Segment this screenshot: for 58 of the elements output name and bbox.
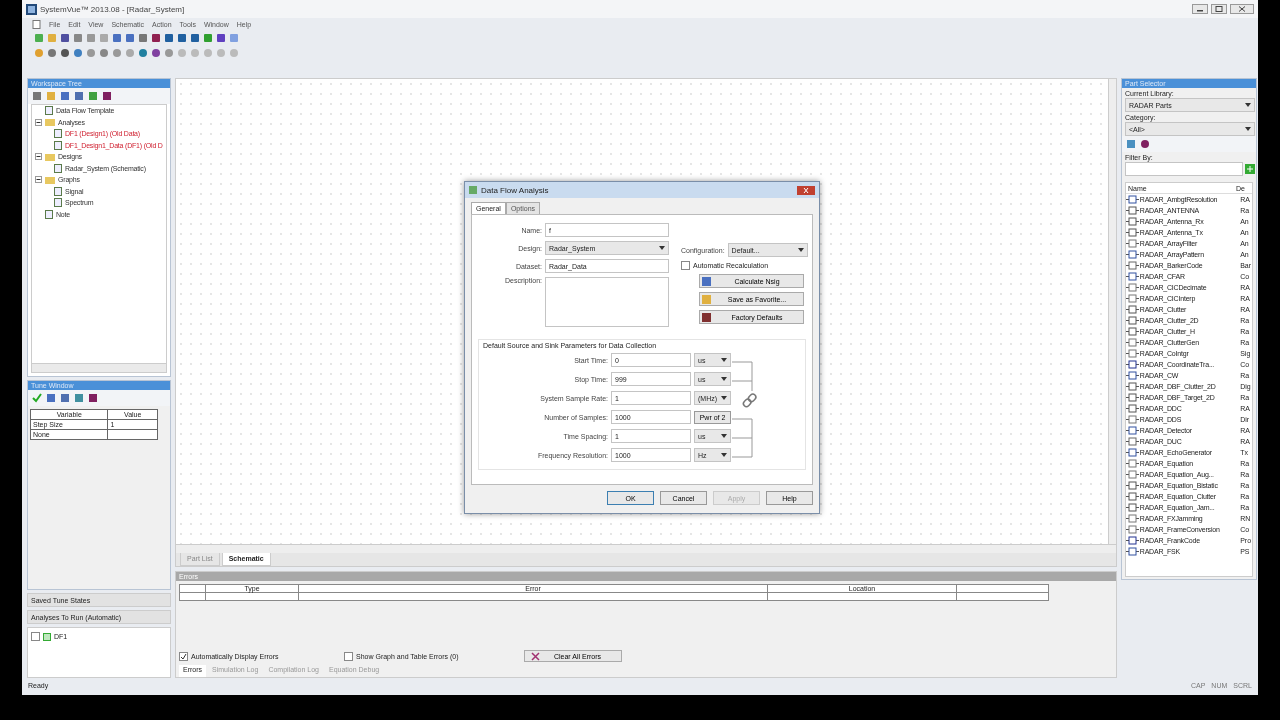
description-field[interactable] [545, 277, 669, 327]
analysis-icon [43, 632, 51, 641]
caret-icon [721, 453, 727, 457]
caret-icon [797, 248, 804, 252]
toolbar-icon[interactable] [60, 47, 70, 58]
checkbox[interactable] [179, 651, 188, 661]
expander-icon[interactable] [35, 153, 42, 161]
table-cell [107, 429, 158, 440]
document-icon [54, 163, 62, 173]
toolbar-icon[interactable] [125, 32, 135, 43]
caret-icon [721, 377, 727, 381]
square-icon [702, 312, 711, 322]
checkbox[interactable] [31, 632, 40, 642]
square-icon [702, 276, 711, 286]
toolbar-icon[interactable] [60, 32, 70, 43]
checkmark-icon[interactable] [32, 393, 42, 403]
expander-icon[interactable] [35, 118, 42, 126]
document-icon [32, 19, 41, 29]
toolbar-icon[interactable] [151, 32, 161, 43]
window-title: SystemVue™ 2013.08 - [Radar_System] [40, 4, 185, 14]
minimize-icon[interactable] [1192, 4, 1208, 14]
folder-icon [45, 152, 55, 161]
toolbar-icon[interactable] [216, 32, 226, 43]
scrollbar[interactable] [32, 363, 166, 372]
folder-icon [45, 175, 55, 184]
cross-icon [531, 651, 540, 661]
scrollbar[interactable] [176, 543, 1116, 553]
caret-icon [659, 246, 665, 250]
toolbar-icon[interactable] [138, 32, 148, 43]
caret-icon [1245, 127, 1251, 131]
document-icon [45, 106, 53, 116]
maximize-icon[interactable] [1211, 4, 1227, 14]
close-icon[interactable] [797, 185, 815, 195]
checkbox[interactable] [344, 651, 353, 661]
toolbar-icon[interactable] [47, 47, 57, 58]
chain-link-icon[interactable] [741, 392, 758, 409]
toolbar-icon[interactable] [151, 47, 161, 58]
caret-icon [721, 358, 727, 362]
folder-icon [45, 118, 55, 127]
dialog-title: Data Flow Analysis [481, 185, 549, 195]
toolbar-icon[interactable] [177, 32, 187, 43]
caret-icon [1245, 103, 1251, 107]
caret-icon [721, 396, 727, 400]
toolbar-icon[interactable] [112, 32, 122, 43]
plus-icon[interactable] [1245, 164, 1255, 174]
toolbar-icon[interactable] [190, 32, 200, 43]
filter-field[interactable] [1125, 162, 1243, 176]
square-icon [702, 294, 711, 304]
app-icon [469, 186, 477, 194]
toolbar-icon[interactable] [138, 47, 148, 58]
toolbar-icon[interactable] [73, 47, 83, 58]
scrollbar[interactable] [1108, 79, 1116, 544]
checkbox[interactable] [681, 261, 690, 270]
app-icon [26, 3, 37, 15]
expander-icon[interactable] [35, 176, 42, 184]
close-icon[interactable] [1230, 4, 1254, 14]
caret-icon [721, 434, 727, 438]
toolbar-icon[interactable] [164, 32, 174, 43]
